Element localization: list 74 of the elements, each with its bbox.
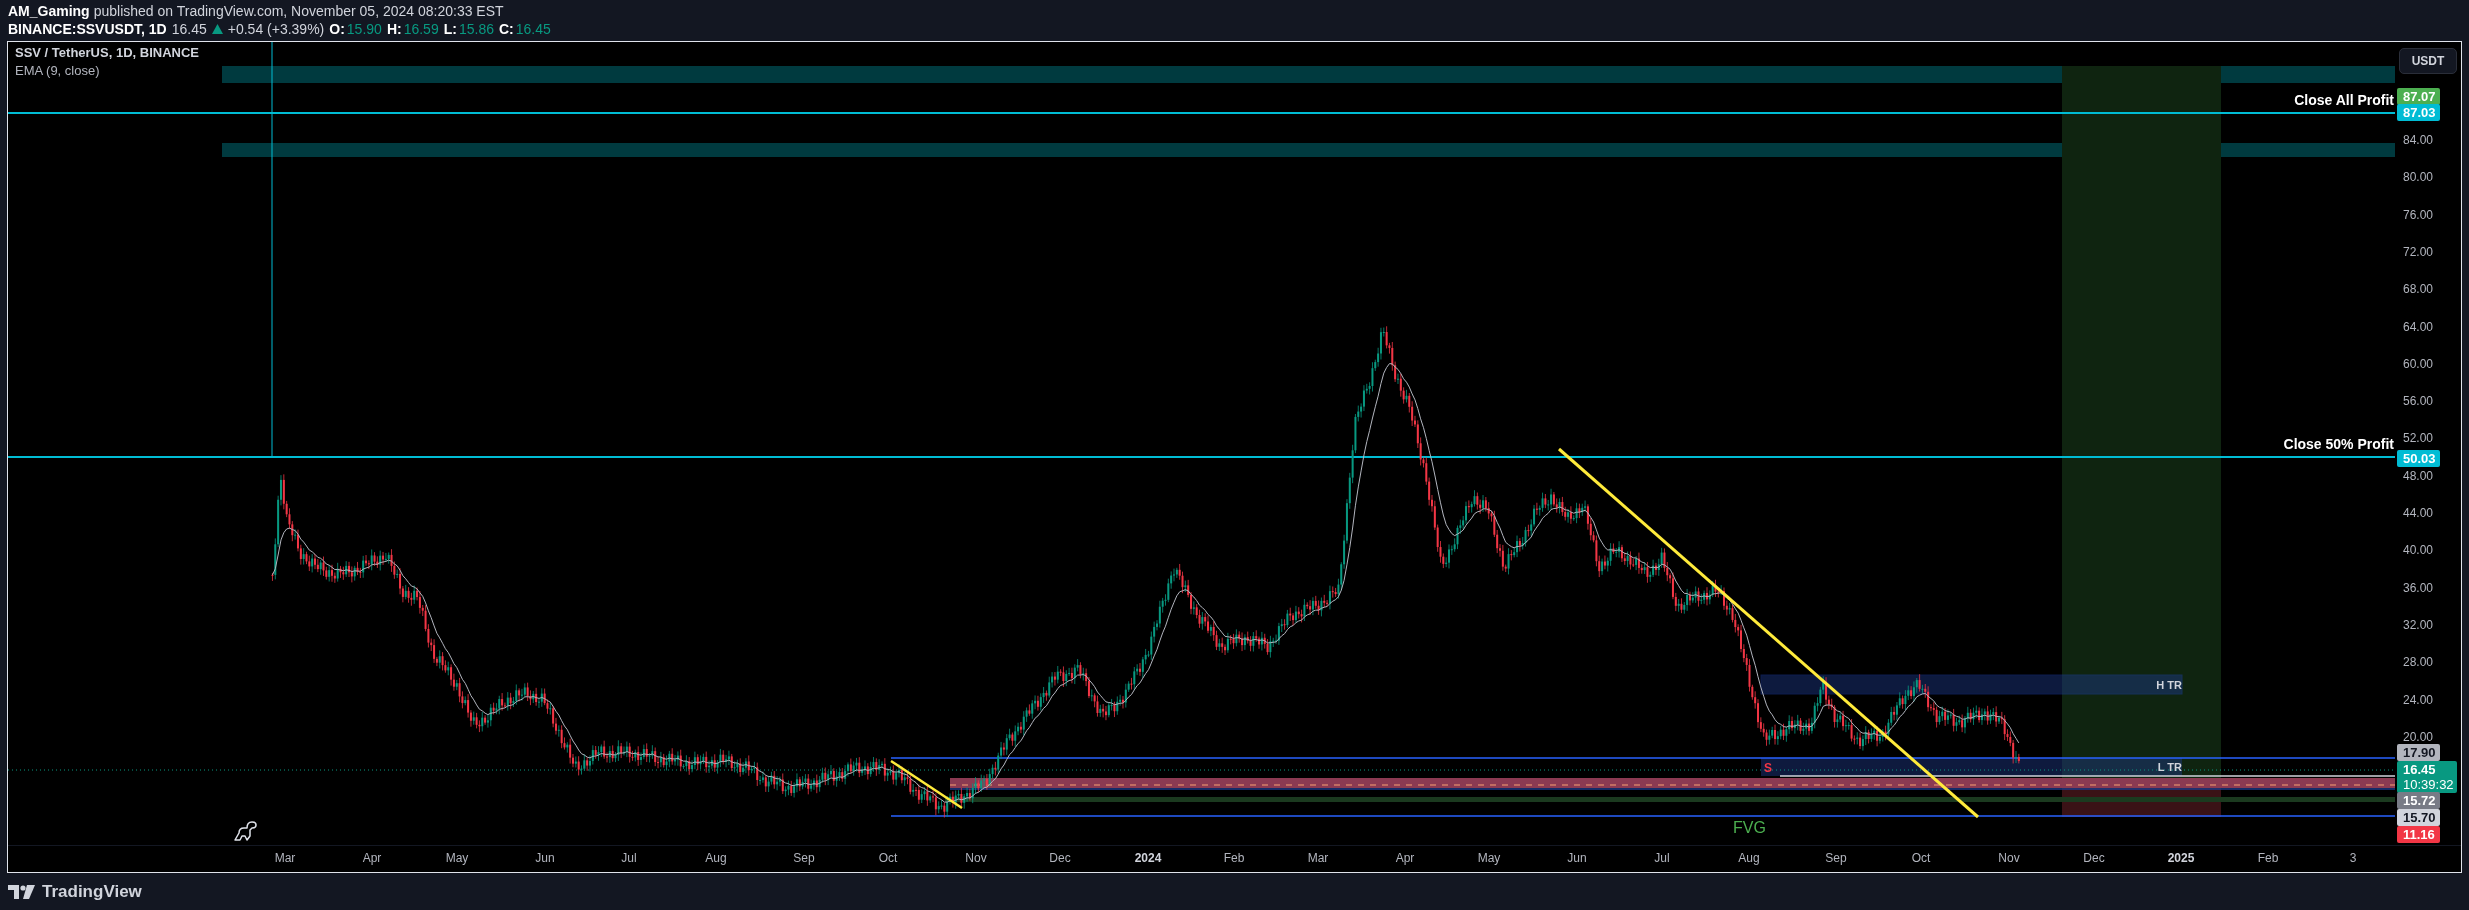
price-tick-label: 40.00 — [2403, 543, 2434, 558]
time-axis-label: Apr — [1395, 851, 1415, 865]
time-axis-label: Oct — [1911, 851, 1931, 865]
price-tick-label: 80.00 — [2403, 170, 2434, 185]
brand-name: TradingView — [42, 880, 142, 903]
price-tick-label: 84.00 — [2403, 133, 2434, 147]
price-tick-label: 64.00 — [2403, 319, 2434, 334]
logo-icon — [8, 884, 36, 899]
fvg-label: FVG — [1733, 819, 1766, 836]
time-axis-label: Nov — [1998, 851, 2020, 865]
time-axis-label: Jul — [621, 851, 637, 865]
time-axis-label: Nov — [965, 851, 987, 865]
price-badge: 15.70 — [2397, 809, 2440, 826]
symbol-name: BINANCE:SSVUSDT, 1D — [8, 21, 167, 37]
dinosaur-icon — [233, 820, 257, 842]
price-tick-label: 60.00 — [2403, 356, 2434, 371]
price-badge: 17.90 — [2397, 744, 2440, 761]
time-axis-label: Jun — [535, 851, 555, 865]
price-tick-label: 76.00 — [2403, 207, 2434, 222]
time-axis-label: Aug — [705, 851, 727, 865]
price-tick-label: 44.00 — [2403, 506, 2434, 520]
ohlc-label: H: — [386, 21, 402, 37]
price-badge: 15.72 — [2397, 792, 2440, 809]
publish-info: published on TradingView.com, November 05, 2024 08:20:33 EST — [93, 3, 504, 19]
time-axis-label: Mar — [1307, 851, 1329, 865]
price-tick-label: 72.00 — [2403, 244, 2434, 259]
price-tick-label: 52.00 — [2403, 431, 2434, 446]
price-badge: 11.16 — [2397, 826, 2440, 843]
price-badge: 87.03 — [2397, 104, 2440, 121]
price-tick-label: 24.00 — [2403, 692, 2434, 707]
time-axis-label: 3 — [2349, 851, 2357, 865]
time-axis-label: Aug — [1738, 851, 1760, 865]
price-badge: 50.03 — [2397, 450, 2440, 467]
signal-marker: S — [1764, 761, 1772, 775]
time-axis-label: Jul — [1654, 851, 1670, 865]
author-name: AM_Gaming — [8, 3, 90, 19]
time-axis-label: Sep — [793, 851, 815, 865]
ohlc-label: O: — [329, 21, 345, 37]
close-all-label: Close All Profit — [2294, 92, 2394, 108]
currency-button[interactable]: USDT — [2399, 48, 2457, 74]
time-axis-label: Feb — [2257, 851, 2279, 865]
ohlc-label: C: — [498, 21, 514, 37]
price-tick-label: 28.00 — [2403, 655, 2434, 670]
chart-title: SSV / TetherUS, 1D, BINANCE — [15, 45, 199, 61]
price-tick-label: 20.00 — [2403, 729, 2434, 744]
ohlc-value: 16.45 — [515, 21, 551, 37]
time-axis-label: Oct — [878, 851, 898, 865]
price-change: +0.54 (+3.39%) — [227, 21, 325, 37]
high-range-label: H TR — [2156, 679, 2182, 692]
price-tick-label: 56.00 — [2403, 394, 2434, 409]
ohlc-label: L: — [443, 21, 457, 37]
price-badge: 16.45 10:39:32 — [2397, 761, 2457, 793]
time-axis-label: Mar — [274, 851, 296, 865]
time-axis-label: May — [445, 851, 469, 865]
ohlc-value: 15.86 — [458, 21, 494, 37]
low-range-label: L TR — [2157, 761, 2182, 774]
price-tick-label: 48.00 — [2403, 468, 2434, 483]
time-axis-label: Apr — [362, 851, 382, 865]
last-price: 16.45 — [171, 21, 207, 37]
time-axis-label: Jun — [1567, 851, 1587, 865]
time-axis-label: 2025 — [2167, 851, 2195, 865]
time-axis-label: Sep — [1825, 851, 1847, 865]
ohlc-value: 16.59 — [403, 21, 439, 37]
time-axis-label: Dec — [1049, 851, 1071, 865]
price-tick-label: 36.00 — [2403, 580, 2434, 595]
indicator-label: EMA (9, close) — [15, 63, 101, 79]
time-axis-label: 2024 — [1134, 851, 1162, 865]
close-half-label: Close 50% Profit — [2283, 436, 2394, 452]
ohlc-value: 15.90 — [346, 21, 382, 37]
price-tick-label: 68.00 — [2403, 282, 2434, 297]
time-axis-label: Feb — [1223, 851, 1245, 865]
time-axis-label: Dec — [2083, 851, 2105, 865]
price-tick-label: 32.00 — [2403, 617, 2434, 632]
time-axis-label: May — [1477, 851, 1501, 865]
